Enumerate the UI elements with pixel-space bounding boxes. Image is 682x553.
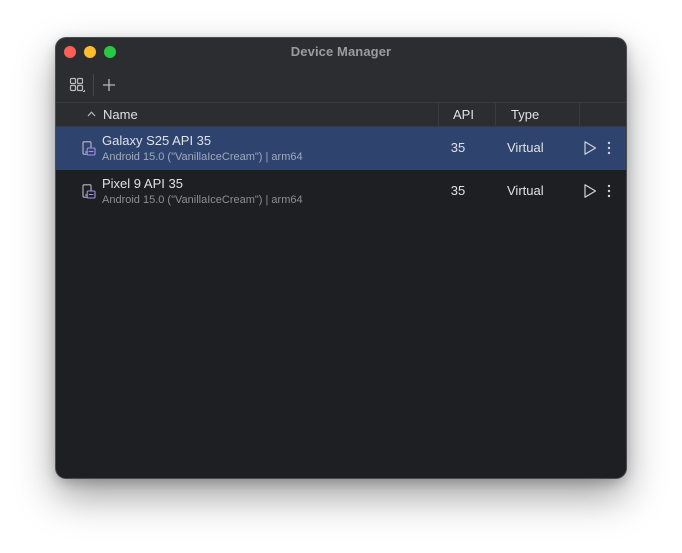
device-api-level: 35 (450, 183, 466, 198)
toolbar (56, 66, 626, 102)
grid-icon (69, 77, 85, 92)
table-header: Name API Type (56, 102, 626, 127)
add-device-button[interactable] (98, 74, 120, 96)
more-options-icon[interactable] (605, 140, 613, 156)
device-type: Virtual (507, 140, 544, 155)
column-divider[interactable] (495, 103, 496, 127)
table-row[interactable]: Pixel 9 API 35 Android 15.0 ("VanillaIce… (56, 170, 626, 213)
plus-icon (103, 79, 115, 91)
play-icon[interactable] (583, 140, 597, 156)
device-table: Name API Type Galaxy S25 API 35 Android … (56, 102, 626, 478)
play-icon[interactable] (583, 183, 597, 199)
column-header-type[interactable]: Type (511, 103, 539, 127)
device-details: Android 15.0 ("VanillaIceCream") | arm64 (102, 151, 303, 163)
device-manager-window: Device Manager Name API Type Galaxy S25 … (56, 38, 626, 478)
window-title: Device Manager (290, 44, 392, 59)
device-details: Android 15.0 ("VanillaIceCream") | arm64 (102, 194, 303, 206)
toolbar-separator (93, 74, 94, 96)
column-divider[interactable] (579, 103, 580, 127)
more-options-icon[interactable] (605, 183, 613, 199)
virtual-device-icon (82, 141, 96, 156)
device-mirroring-button[interactable] (66, 74, 88, 96)
sort-ascending-icon[interactable] (87, 111, 96, 117)
column-header-api[interactable]: API (453, 103, 474, 127)
table-row[interactable]: Galaxy S25 API 35 Android 15.0 ("Vanilla… (56, 127, 626, 170)
device-name: Galaxy S25 API 35 (102, 133, 212, 148)
device-name: Pixel 9 API 35 (102, 176, 183, 191)
device-api-level: 35 (450, 140, 466, 155)
column-divider[interactable] (438, 103, 439, 127)
column-header-name[interactable]: Name (103, 103, 138, 127)
title-bar[interactable]: Device Manager (56, 38, 626, 66)
device-type: Virtual (507, 183, 544, 198)
virtual-device-icon (82, 184, 96, 199)
